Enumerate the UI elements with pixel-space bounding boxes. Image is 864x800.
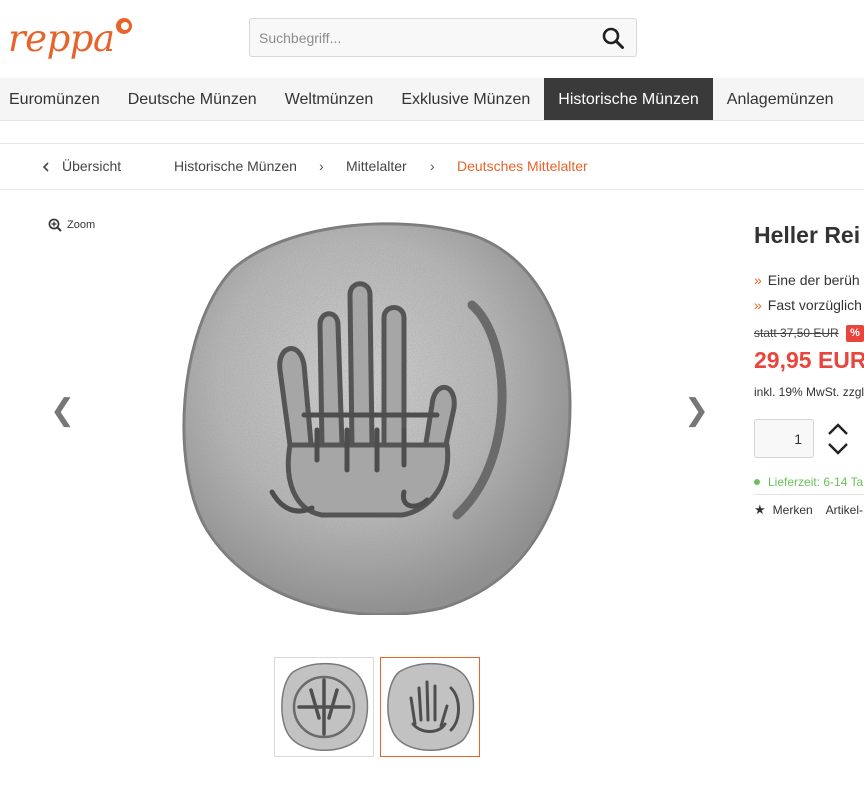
divider: [754, 494, 864, 495]
bullet-mark: »: [754, 272, 762, 288]
bullet-text: Eine der berüh: [767, 272, 860, 288]
status-dot-icon: [754, 479, 760, 485]
merken-link[interactable]: Merken: [773, 503, 813, 517]
bullet-text: Fast vorzüglich: [767, 297, 862, 313]
search-box: [249, 18, 637, 57]
delivery-status: Lieferzeit: 6-14 Ta: [754, 475, 863, 489]
coin-thumbnail-reverse: [387, 662, 475, 751]
tax-note[interactable]: inkl. 19% MwSt. zzgl: [754, 385, 864, 399]
breadcrumb-item-current[interactable]: Deutsches Mittelalter: [457, 144, 588, 189]
nav-item-historische-muenzen[interactable]: Historische Münzen: [544, 78, 713, 120]
quantity-stepper[interactable]: [825, 421, 851, 457]
feature-bullet: » Fast vorzüglich: [754, 297, 862, 313]
feature-bullet: » Eine der berüh: [754, 272, 860, 288]
nav-item-euromuenzen[interactable]: Euromünzen: [0, 78, 114, 120]
breadcrumb-item-mittelalter[interactable]: Mittelalter: [346, 144, 407, 189]
gallery-prev-arrow[interactable]: ❮: [50, 396, 75, 426]
zoom-in-icon: [48, 218, 62, 232]
product-actions: ★ Merken Artikel-: [754, 502, 863, 518]
nav-item-exklusive-muenzen[interactable]: Exklusive Münzen: [387, 78, 544, 120]
logo-text[interactable]: reppa: [8, 16, 115, 62]
nav-item-deutsche-muenzen[interactable]: Deutsche Münzen: [114, 78, 271, 120]
search-input[interactable]: [250, 19, 590, 56]
star-icon: ★: [754, 502, 766, 517]
thumbnail-1[interactable]: [274, 657, 374, 757]
chevron-up-icon[interactable]: [825, 421, 851, 439]
logo[interactable]: reppa: [8, 16, 132, 66]
bullet-mark: »: [754, 297, 762, 313]
gallery-next-arrow[interactable]: ❯: [684, 396, 709, 426]
nav-item-weltmuenzen[interactable]: Weltmünzen: [271, 78, 388, 120]
magnifier-icon: [602, 27, 624, 49]
chevron-left-icon: [42, 144, 50, 189]
thumbnail-2[interactable]: [380, 657, 480, 757]
coin-thumbnail-obverse: [281, 662, 369, 751]
product-price: 29,95 EUR: [754, 347, 864, 373]
coin-image: [182, 222, 572, 615]
old-price: statt 37,50 EUR: [754, 326, 839, 340]
zoom-label: Zoom: [67, 219, 96, 231]
site-header: reppa: [0, 0, 864, 78]
breadcrumb: Übersicht Historische Münzen › Mittelalt…: [0, 143, 864, 190]
search-button[interactable]: [590, 19, 636, 56]
breadcrumb-back-link[interactable]: Übersicht: [62, 144, 121, 189]
breadcrumb-item-historische-muenzen[interactable]: Historische Münzen: [174, 144, 297, 189]
chevron-down-icon[interactable]: [825, 439, 851, 457]
discount-badge: %: [846, 325, 864, 342]
dot-mark-icon: [115, 18, 132, 34]
breadcrumb-separator: ›: [430, 158, 435, 174]
main-navigation: Euromünzen Deutsche Münzen Weltmünzen Ex…: [0, 78, 864, 121]
nav-item-anlagemuenzen[interactable]: Anlagemünzen: [713, 78, 848, 120]
artikel-link[interactable]: Artikel-: [826, 503, 863, 517]
quantity-input[interactable]: [754, 419, 814, 458]
product-title: Heller Rei: [754, 222, 861, 248]
delivery-text: Lieferzeit: 6-14 Ta: [768, 475, 864, 489]
zoom-button[interactable]: Zoom: [48, 218, 95, 232]
breadcrumb-separator: ›: [319, 158, 324, 174]
